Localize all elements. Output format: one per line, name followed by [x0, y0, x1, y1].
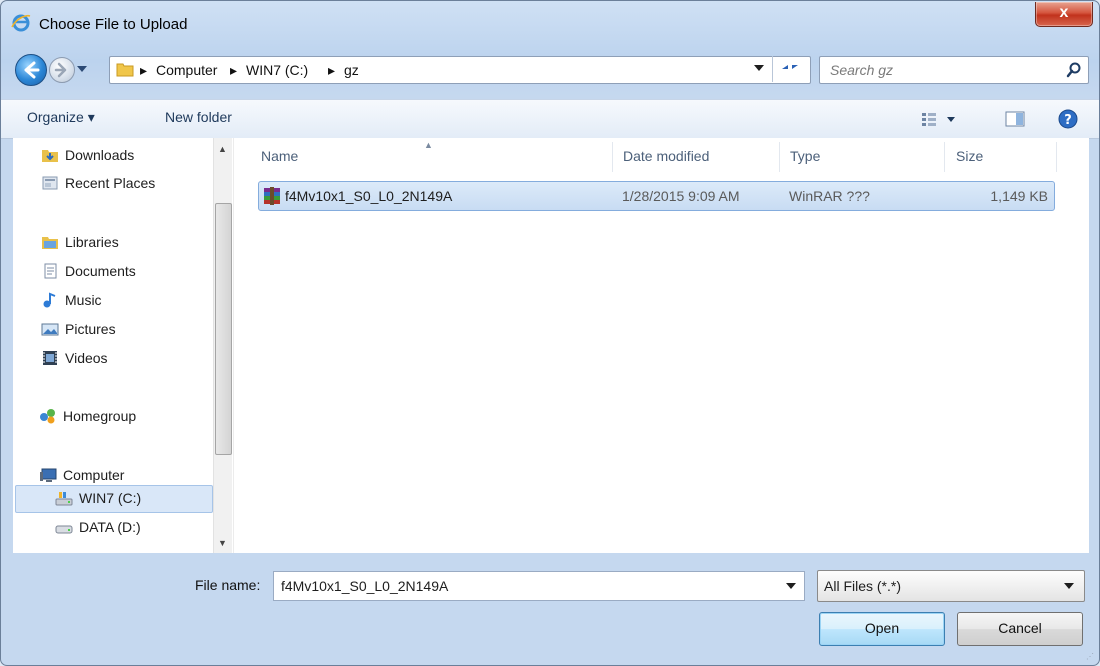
- file-name-input[interactable]: f4Mv10x1_S0_L0_2N149A: [273, 571, 805, 601]
- scrollbar-thumb[interactable]: [215, 203, 232, 455]
- nav-item-label: Pictures: [65, 321, 116, 337]
- libraries-icon: [42, 237, 58, 249]
- navigation-bar: ▸ Computer ▸ WIN7 (C:) ▸ gz Search gz: [1, 45, 1099, 95]
- file-name-dropdown-icon[interactable]: [786, 583, 796, 589]
- breadcrumb-gz[interactable]: gz: [344, 62, 359, 78]
- help-icon[interactable]: ?: [1057, 108, 1079, 130]
- breadcrumb-separator: ▸: [230, 62, 238, 78]
- column-header-date-modified[interactable]: Date modified: [623, 148, 709, 164]
- videos-icon: [43, 351, 57, 365]
- nav-item-data-drive[interactable]: DATA (D:): [55, 515, 141, 539]
- search-placeholder: Search gz: [830, 62, 894, 78]
- music-icon: [43, 292, 56, 308]
- nav-item-label: Documents: [65, 263, 136, 279]
- forward-button[interactable]: [49, 57, 75, 83]
- back-arrow-icon: [24, 61, 40, 79]
- file-size: 1,149 KB: [990, 188, 1048, 204]
- winrar-archive-icon: [264, 187, 280, 205]
- address-dropdown-icon[interactable]: [754, 65, 764, 71]
- nav-item-label: Computer: [63, 467, 125, 483]
- nav-item-label: Libraries: [65, 234, 119, 250]
- drive-d-icon: [55, 525, 73, 534]
- back-button[interactable]: [15, 54, 47, 86]
- file-name-label: File name:: [195, 577, 261, 593]
- file-dialog-window: Choose File to Upload x ▸ Computer ▸ WIN…: [0, 0, 1100, 666]
- column-divider[interactable]: [944, 142, 945, 172]
- nav-item-label: Music: [65, 292, 102, 308]
- file-date-modified: 1/28/2015 9:09 AM: [622, 188, 740, 204]
- nav-item-label: DATA (D:): [79, 519, 141, 535]
- breadcrumb-separator: ▸: [328, 62, 336, 78]
- drive-c-icon: [55, 492, 73, 506]
- column-header-name[interactable]: Name: [261, 148, 298, 164]
- title-bar[interactable]: Choose File to Upload x: [1, 1, 1099, 45]
- file-type: WinRAR ???: [789, 188, 870, 204]
- file-list: ▲ Name Date modified Type Size f4Mv10x1_…: [233, 138, 1089, 553]
- svg-text:?: ?: [1064, 113, 1072, 128]
- downloads-folder-icon: [42, 150, 58, 162]
- sort-ascending-icon: ▲: [424, 140, 433, 150]
- nav-item-label: Recent Places: [65, 175, 156, 191]
- search-icon[interactable]: [1066, 62, 1082, 78]
- breadcrumb-computer[interactable]: Computer: [156, 62, 217, 78]
- preview-pane-icon[interactable]: [1005, 111, 1025, 127]
- resize-grip-icon[interactable]: ⋰: [1086, 652, 1095, 661]
- nav-pane-scrollbar[interactable]: ▲ ▼: [213, 138, 232, 553]
- breadcrumb-win7[interactable]: WIN7 (C:): [246, 62, 308, 78]
- nav-item-win7-drive[interactable]: WIN7 (C:): [55, 486, 141, 510]
- file-name-value: f4Mv10x1_S0_L0_2N149A: [281, 578, 449, 594]
- file-name: f4Mv10x1_S0_L0_2N149A: [285, 188, 453, 204]
- scroll-down-icon[interactable]: ▼: [218, 538, 227, 548]
- nav-item-label: WIN7 (C:): [79, 490, 142, 506]
- file-type-value: All Files (*.*): [824, 578, 902, 594]
- nav-item-homegroup[interactable]: Homegroup: [39, 404, 136, 428]
- nav-item-label: Downloads: [65, 147, 135, 163]
- window-title: Choose File to Upload: [39, 16, 188, 33]
- scroll-up-icon[interactable]: ▲: [218, 144, 227, 154]
- nav-item-computer[interactable]: Computer: [39, 463, 124, 487]
- organize-button[interactable]: Organize ▾: [27, 109, 95, 126]
- folder-icon: [116, 63, 134, 77]
- nav-item-pictures[interactable]: Pictures: [41, 317, 116, 341]
- breadcrumb-separator: ▸: [140, 62, 148, 78]
- search-box[interactable]: Search gz: [819, 56, 1089, 84]
- nav-item-libraries[interactable]: Libraries: [41, 230, 119, 254]
- file-type-select[interactable]: All Files (*.*): [817, 570, 1085, 602]
- nav-item-label: Videos: [65, 350, 108, 366]
- column-divider[interactable]: [612, 142, 613, 172]
- nav-item-downloads[interactable]: Downloads: [41, 143, 134, 167]
- file-row[interactable]: f4Mv10x1_S0_L0_2N149A 1/28/2015 9:09 AM …: [258, 181, 1055, 211]
- navigation-pane: Downloads Recent Places Libraries Docume…: [13, 138, 233, 553]
- computer-icon: [40, 468, 57, 482]
- close-icon: x: [1059, 4, 1069, 21]
- close-button[interactable]: x: [1035, 2, 1093, 27]
- column-header-size[interactable]: Size: [956, 148, 983, 164]
- homegroup-icon: [40, 409, 55, 424]
- recent-pages-dropdown-icon[interactable]: [77, 66, 87, 72]
- nav-item-documents[interactable]: Documents: [41, 259, 136, 283]
- column-header-type[interactable]: Type: [790, 148, 820, 164]
- refresh-icon: [782, 65, 798, 69]
- recent-places-icon: [42, 176, 58, 190]
- forward-arrow-icon: [54, 62, 67, 78]
- refresh-button[interactable]: [772, 56, 807, 82]
- column-divider[interactable]: [1056, 142, 1057, 172]
- file-type-dropdown-icon: [1064, 583, 1074, 589]
- new-folder-button[interactable]: New folder: [165, 109, 232, 125]
- open-button[interactable]: Open: [819, 612, 945, 646]
- pictures-icon: [41, 323, 59, 336]
- internet-explorer-icon: [11, 14, 31, 32]
- dialog-footer: File name: f4Mv10x1_S0_L0_2N149A All Fil…: [1, 554, 1099, 665]
- nav-item-videos[interactable]: Videos: [41, 346, 108, 370]
- browser-area: Downloads Recent Places Libraries Docume…: [13, 138, 1089, 553]
- address-bar[interactable]: ▸ Computer ▸ WIN7 (C:) ▸ gz: [109, 56, 811, 84]
- nav-item-label: Homegroup: [63, 408, 137, 424]
- command-toolbar: Organize ▾ New folder ?: [1, 99, 1099, 139]
- change-view-icon[interactable]: [921, 111, 961, 127]
- nav-item-recent-places[interactable]: Recent Places: [41, 171, 155, 195]
- cancel-button[interactable]: Cancel: [957, 612, 1083, 646]
- column-divider[interactable]: [779, 142, 780, 172]
- nav-item-music[interactable]: Music: [41, 288, 102, 312]
- documents-icon: [44, 263, 57, 279]
